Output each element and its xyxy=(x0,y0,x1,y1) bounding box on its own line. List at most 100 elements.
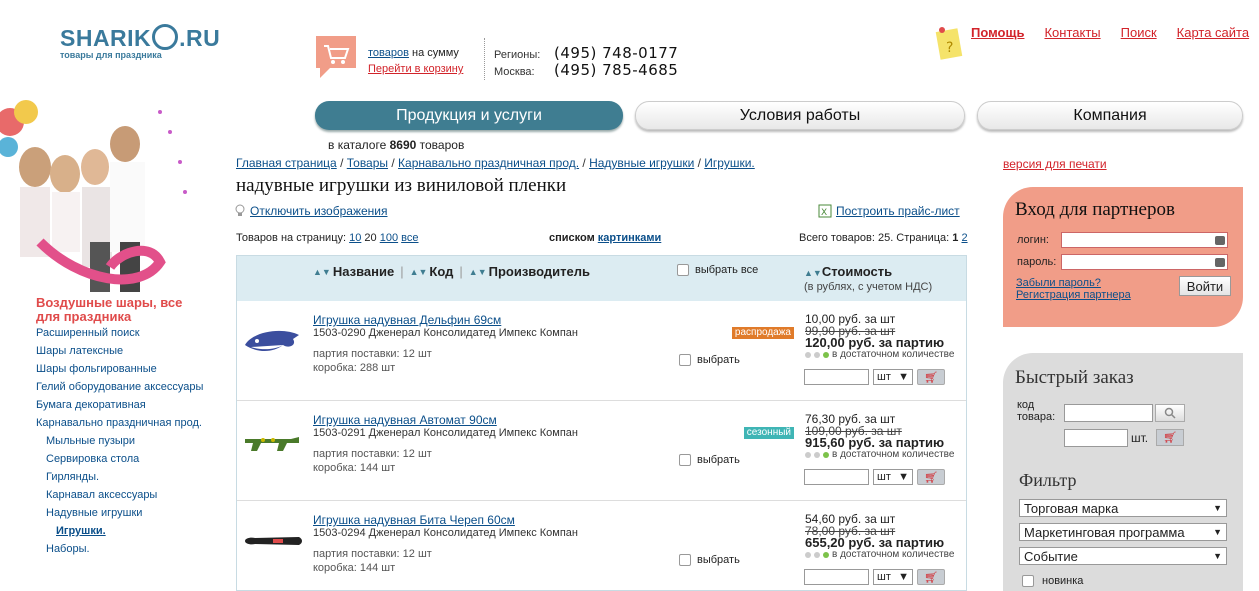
sort-price[interactable]: Стоимость xyxy=(822,264,892,279)
product-image-rifle[interactable] xyxy=(243,429,303,460)
crumb-carnival[interactable]: Карнавально праздничная прод. xyxy=(398,156,579,170)
add-to-cart-button[interactable]: 🛒︎ xyxy=(917,369,945,385)
price-list[interactable]: X Построить прайс-лист xyxy=(818,204,960,218)
menu-inflatable[interactable]: Надувные игрушки xyxy=(36,507,216,520)
unit-value: шт xyxy=(877,371,891,383)
product-image-bat[interactable] xyxy=(243,531,303,554)
tab-company[interactable]: Компания xyxy=(977,101,1243,130)
select-checkbox[interactable] xyxy=(679,454,691,466)
print-version-link[interactable]: версия для печати xyxy=(1003,157,1107,171)
view-list: списком xyxy=(549,232,595,244)
go-to-cart-link[interactable]: Перейти в корзину xyxy=(368,63,463,75)
site-logo[interactable]: SHARIK .RU товары для праздника xyxy=(60,24,260,84)
menu-foil-balloons[interactable]: Шары фольгированные xyxy=(36,363,216,376)
crumb-sep: / xyxy=(579,156,590,170)
toggle-images-link[interactable]: Отключить изображения xyxy=(250,204,387,218)
menu-sets[interactable]: Наборы. xyxy=(36,543,216,556)
crumb-inflatable[interactable]: Надувные игрушки xyxy=(589,156,694,170)
product-image-dolphin[interactable] xyxy=(243,323,303,362)
svg-text:?: ? xyxy=(946,40,953,56)
new-checkbox[interactable] xyxy=(1022,575,1034,587)
breadcrumb: Главная страница / Товары / Карнавально … xyxy=(236,156,755,170)
moscow-label: Москва: xyxy=(494,66,535,78)
cart-bubble-icon[interactable] xyxy=(314,34,358,80)
help-link[interactable]: Помощь xyxy=(971,25,1024,40)
stock-status: в достаточном количестве xyxy=(805,549,954,561)
login-input[interactable] xyxy=(1061,232,1228,248)
add-to-cart-button[interactable]: 🛒︎ xyxy=(917,469,945,485)
product-name-link[interactable]: Игрушка надувная Бита Череп 60см xyxy=(313,513,515,527)
stock-dot xyxy=(823,452,829,458)
event-select[interactable]: Событие ▼ xyxy=(1019,547,1227,565)
dropdown-arrow-icon: ▼ xyxy=(1213,527,1222,537)
regions-phone: (495) 748-0177 xyxy=(554,44,679,62)
new-filter[interactable]: новинка xyxy=(1022,575,1083,587)
menu-latex-balloons[interactable]: Шары латексные xyxy=(36,345,216,358)
forgot-password-link[interactable]: Забыли пароль? xyxy=(1016,277,1131,289)
perpage-10[interactable]: 10 xyxy=(349,232,361,244)
search-link[interactable]: Поиск xyxy=(1121,25,1157,40)
product-lot: партия поставки: 12 шт коробка: 288 шт xyxy=(313,347,432,375)
select-checkbox[interactable] xyxy=(679,554,691,566)
brand-select[interactable]: Торговая марка ▼ xyxy=(1019,499,1227,517)
crumb-goods[interactable]: Товары xyxy=(347,156,388,170)
quantity-input[interactable] xyxy=(804,369,869,385)
sort-code[interactable]: Код xyxy=(429,264,453,279)
unit-select[interactable]: шт ▼ xyxy=(873,369,913,385)
menu-paper[interactable]: Бумага декоративная xyxy=(36,399,216,412)
toggle-images[interactable]: Отключить изображения xyxy=(234,204,387,218)
menu-garlands[interactable]: Гирлянды. xyxy=(36,471,216,484)
page-1: 1 xyxy=(952,232,959,244)
quantity-input[interactable] xyxy=(804,469,869,485)
product-name-link[interactable]: Игрушка надувная Дельфин 69см xyxy=(313,313,501,327)
sort-name[interactable]: Название xyxy=(333,264,394,279)
stock-dot xyxy=(805,452,811,458)
select-item[interactable]: выбрать xyxy=(679,354,740,366)
event-value: Событие xyxy=(1024,548,1078,564)
tab-terms[interactable]: Условия работы xyxy=(635,101,965,130)
marketing-select[interactable]: Маркетинговая программа ▼ xyxy=(1019,523,1227,541)
login-button[interactable]: Войти xyxy=(1179,276,1231,296)
unit-select[interactable]: шт ▼ xyxy=(873,569,913,585)
menu-advanced-search[interactable]: Расширенный поиск xyxy=(36,327,216,340)
crumb-toys[interactable]: Игрушки. xyxy=(704,156,754,170)
quick-search-button[interactable] xyxy=(1155,404,1185,422)
contacts-link[interactable]: Контакты xyxy=(1044,25,1100,40)
add-to-cart-button[interactable]: 🛒︎ xyxy=(917,569,945,585)
register-partner-link[interactable]: Регистрация партнера xyxy=(1016,289,1131,301)
quick-add-to-cart-button[interactable]: 🛒︎ xyxy=(1156,429,1184,446)
crumb-home[interactable]: Главная страница xyxy=(236,156,337,170)
partner-title: Вход для партнеров xyxy=(1015,199,1175,220)
select-checkbox[interactable] xyxy=(679,354,691,366)
menu-table[interactable]: Сервировка стола xyxy=(36,453,216,466)
quantity-input[interactable] xyxy=(804,569,869,585)
menu-toys[interactable]: Игрушки. xyxy=(36,525,216,538)
price-list-link[interactable]: Построить прайс-лист xyxy=(836,204,960,218)
perpage-all[interactable]: все xyxy=(401,232,418,244)
select-item[interactable]: выбрать xyxy=(679,454,740,466)
select-all[interactable]: выбрать все xyxy=(677,264,758,276)
menu-carnival[interactable]: Карнавально праздничная прод. xyxy=(36,417,216,430)
product-name-link[interactable]: Игрушка надувная Автомат 90см xyxy=(313,413,497,427)
stock-text: в достаточном количестве xyxy=(832,549,955,560)
crumb-sep: / xyxy=(336,156,347,170)
tab-products[interactable]: Продукция и услуги xyxy=(315,101,623,130)
menu-carnival-acc[interactable]: Карнавал аксессуары xyxy=(36,489,216,502)
product-code-input[interactable] xyxy=(1064,404,1153,422)
code-label-line2: товара: xyxy=(1017,411,1056,423)
menu-bubbles[interactable]: Мыльные пузыри xyxy=(36,435,216,448)
select-item[interactable]: выбрать xyxy=(679,554,740,566)
sort-maker[interactable]: Производитель xyxy=(489,264,590,279)
select-all-checkbox[interactable] xyxy=(677,264,689,276)
view-cards-link[interactable]: картинками xyxy=(598,232,662,244)
phone-block: Регионы: (495) 748-0177 Москва: (495) 785-… xyxy=(494,44,679,79)
quick-qty-input[interactable] xyxy=(1064,429,1128,447)
unit-select[interactable]: шт ▼ xyxy=(873,469,913,485)
page-2-link[interactable]: 2 xyxy=(961,232,967,244)
sitemap-link[interactable]: Карта сайта xyxy=(1177,25,1249,40)
password-input[interactable] xyxy=(1061,254,1228,270)
cart-items-link[interactable]: товаров xyxy=(368,47,409,59)
menu-helium[interactable]: Гелий оборудование аксессуары xyxy=(36,381,216,394)
perpage-100[interactable]: 100 xyxy=(380,232,398,244)
header-sep: | xyxy=(459,264,463,279)
